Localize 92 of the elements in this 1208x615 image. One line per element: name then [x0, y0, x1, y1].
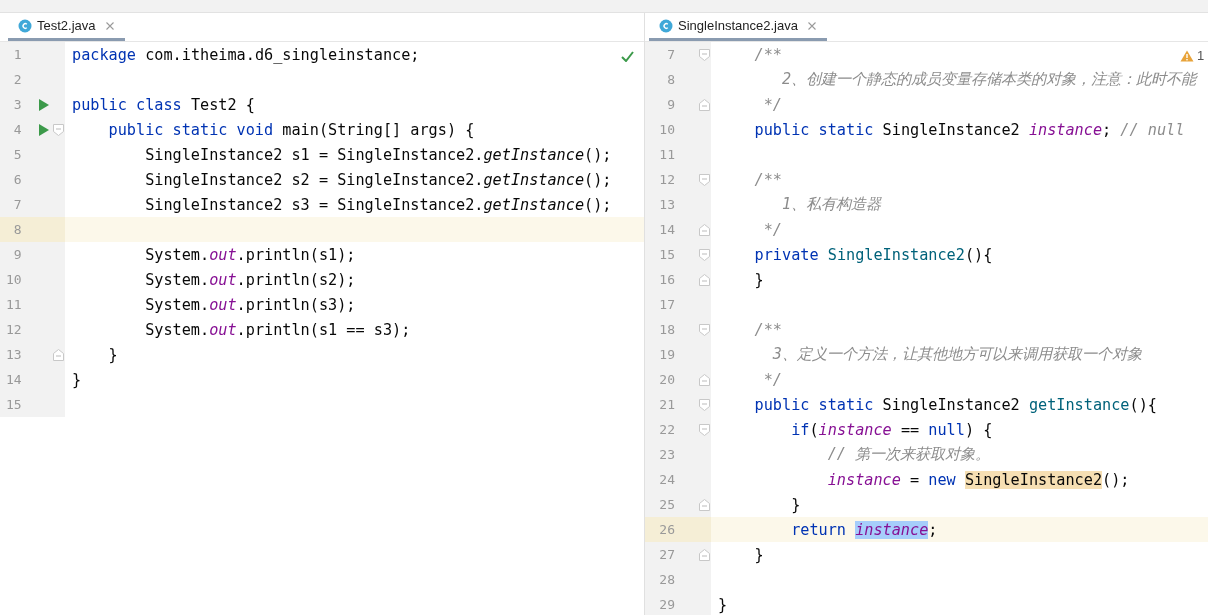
code-line: }	[72, 370, 82, 389]
code-line: /**	[753, 45, 782, 64]
close-icon[interactable]	[104, 20, 115, 31]
line-number: 28	[658, 572, 676, 587]
line-number: 21	[658, 397, 676, 412]
class-icon	[18, 18, 32, 33]
code-line: */	[762, 220, 782, 239]
code-line: }	[753, 270, 764, 289]
line-number: 12	[658, 172, 676, 187]
line-number: 27	[658, 547, 676, 562]
line-number: 14	[658, 222, 676, 237]
line-number: 15	[658, 247, 676, 262]
code-line: package com.itheima.d6_singleinstance;	[72, 45, 420, 64]
fold-icon[interactable]	[699, 98, 710, 111]
line-number: 6	[12, 172, 23, 187]
line-number: 1	[12, 47, 23, 62]
code-line: }	[718, 595, 728, 614]
line-number: 16	[658, 272, 676, 287]
fold-icon[interactable]	[53, 348, 65, 361]
code-line: 1、私有构造器	[781, 195, 882, 213]
line-number: 18	[658, 322, 676, 337]
code-line: }	[790, 495, 801, 514]
line-number: 13	[658, 197, 676, 212]
line-number: 26	[658, 522, 676, 537]
code-line: /**	[753, 320, 782, 339]
line-number: 11	[658, 147, 676, 162]
code-line: System.out.println(s1 == s3);	[144, 320, 411, 339]
line-number: 17	[658, 297, 676, 312]
line-number: 3	[12, 97, 23, 112]
line-number: 11	[4, 297, 23, 312]
code-line: System.out.println(s1);	[144, 245, 356, 264]
class-icon	[659, 18, 673, 33]
line-number: 24	[658, 472, 676, 487]
fold-icon[interactable]	[699, 48, 710, 61]
fold-icon[interactable]	[699, 248, 710, 261]
code-line: SingleInstance2 s3 = SingleInstance2.getInstance();	[144, 195, 612, 214]
code-line: public static void main(String[] args) {	[107, 120, 475, 139]
code-line: public static SingleInstance2 getInstance(){	[753, 395, 1157, 414]
line-number: 19	[658, 347, 676, 362]
warning-icon[interactable]	[1180, 49, 1194, 62]
line-number: 10	[4, 272, 23, 287]
code-line: SingleInstance2 s2 = SingleInstance2.getInstance();	[144, 170, 612, 189]
line-number: 2	[12, 72, 23, 87]
line-number: 7	[666, 47, 676, 62]
line-number: 8	[666, 72, 676, 87]
code-line: */	[762, 370, 782, 389]
line-number: 20	[658, 372, 676, 387]
fold-icon[interactable]	[699, 323, 710, 336]
fold-icon[interactable]	[699, 548, 710, 561]
fold-icon[interactable]	[53, 123, 65, 136]
line-number: 8	[12, 222, 23, 237]
line-number: 4	[12, 122, 23, 137]
warning-count[interactable]: 1	[1197, 48, 1205, 63]
run-icon[interactable]	[39, 123, 50, 136]
line-number: 14	[4, 372, 23, 387]
code-line: }	[107, 345, 118, 364]
line-number: 29	[658, 597, 676, 612]
line-number: 7	[12, 197, 23, 212]
code-line: public static SingleInstance2 instance; // null	[753, 120, 1185, 139]
fold-icon[interactable]	[699, 398, 710, 411]
line-number: 10	[658, 122, 676, 137]
fold-icon[interactable]	[699, 498, 710, 511]
fold-icon[interactable]	[699, 223, 710, 236]
fold-icon[interactable]	[699, 273, 710, 286]
fold-icon[interactable]	[699, 373, 710, 386]
line-number: 22	[658, 422, 676, 437]
code-line: System.out.println(s2);	[144, 270, 356, 289]
code-line: */	[762, 95, 782, 114]
code-line: System.out.println(s3);	[144, 295, 356, 314]
code-line: /**	[753, 170, 782, 189]
check-icon	[621, 51, 634, 62]
code-line: // 第一次来获取对象。	[826, 445, 991, 463]
code-line: instance = new SingleInstance2();	[826, 470, 1130, 489]
code-line: public class Test2 {	[72, 95, 255, 114]
line-number: 12	[4, 322, 23, 337]
fold-icon[interactable]	[699, 423, 710, 436]
line-number: 5	[12, 147, 23, 162]
close-icon[interactable]	[807, 20, 817, 31]
code-line: 2、创建一个静态的成员变量存储本类的对象，注意：此时不能	[781, 70, 1197, 88]
line-number: 9	[12, 247, 23, 262]
line-number: 25	[658, 497, 676, 512]
line-number: 23	[658, 447, 676, 462]
line-number: 15	[4, 397, 23, 412]
fold-icon[interactable]	[699, 173, 710, 186]
code-line: if(instance == null) {	[790, 420, 993, 439]
line-number: 13	[4, 347, 23, 362]
code-line: }	[753, 545, 764, 564]
code-line: private SingleInstance2(){	[753, 245, 993, 264]
line-number: 9	[666, 97, 676, 112]
code-line: SingleInstance2 s1 = SingleInstance2.getInstance();	[144, 145, 612, 164]
code-line: 3、定义一个方法，让其他地方可以来调用获取一个对象	[771, 345, 1142, 363]
run-icon[interactable]	[39, 98, 50, 111]
